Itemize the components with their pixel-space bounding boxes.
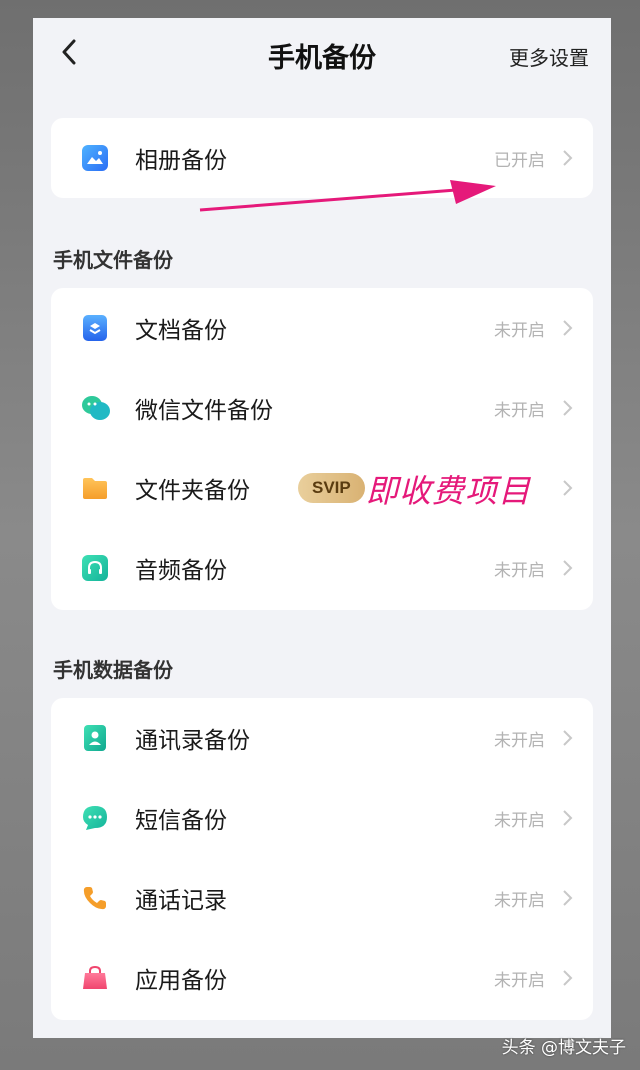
audio-backup-label: 音频备份 [135, 558, 227, 584]
folder-backup-label: 文件夹备份 [135, 478, 250, 504]
album-backup-status: 已开启 [494, 150, 545, 171]
sms-backup-status: 未开启 [494, 810, 545, 831]
wechat-backup-row[interactable]: 微信文件备份 未开启 [51, 368, 593, 448]
chevron-right-icon [563, 970, 573, 986]
sms-backup-label: 短信备份 [135, 808, 227, 834]
photo-album-icon [82, 145, 108, 171]
chevron-right-icon [563, 320, 573, 336]
album-backup-label: 相册备份 [135, 148, 227, 174]
document-backup-status: 未开启 [494, 320, 545, 341]
app-backup-label: 应用备份 [135, 968, 227, 994]
contact-icon [84, 725, 106, 751]
chevron-right-icon [563, 400, 573, 416]
audio-backup-row[interactable]: 音频备份 未开启 [51, 528, 593, 608]
chevron-right-icon [563, 480, 573, 496]
watermark-text: 头条 @博文夫子 [501, 1038, 626, 1058]
app-backup-row[interactable]: 应用备份 未开启 [51, 938, 593, 1018]
data-section-title: 手机数据备份 [53, 658, 173, 682]
wechat-backup-label: 微信文件备份 [135, 398, 273, 424]
sms-backup-row[interactable]: 短信备份 未开启 [51, 778, 593, 858]
sms-icon [83, 806, 107, 830]
chevron-right-icon [563, 560, 573, 576]
chevron-right-icon [563, 730, 573, 746]
folder-backup-row[interactable]: 文件夹备份 SVIP 即收费项目 [51, 448, 593, 528]
wechat-backup-status: 未开启 [494, 400, 545, 421]
document-icon [83, 315, 107, 341]
top-bar: 手机备份 更多设置 [33, 18, 611, 88]
call-log-row[interactable]: 通话记录 未开启 [51, 858, 593, 938]
svip-badge: SVIP [298, 473, 365, 503]
chevron-right-icon [563, 890, 573, 906]
folder-icon [83, 478, 107, 499]
chevron-right-icon [563, 150, 573, 166]
phone-icon [83, 887, 106, 910]
app-bag-icon [83, 965, 107, 989]
wechat-icon [82, 396, 110, 420]
call-log-status: 未开启 [494, 890, 545, 911]
chevron-right-icon [563, 810, 573, 826]
more-settings-button[interactable]: 更多设置 [509, 42, 589, 71]
audio-backup-status: 未开启 [494, 560, 545, 581]
contacts-backup-status: 未开启 [494, 730, 545, 751]
contacts-backup-label: 通讯录备份 [135, 728, 250, 754]
document-backup-row[interactable]: 文档备份 未开启 [51, 288, 593, 368]
document-backup-label: 文档备份 [135, 318, 227, 344]
app-backup-status: 未开启 [494, 970, 545, 991]
contacts-backup-row[interactable]: 通讯录备份 未开启 [51, 698, 593, 778]
headphone-icon [82, 555, 108, 581]
paid-feature-annotation: 即收费项目 [366, 472, 532, 510]
phone-screen: 手机备份 更多设置 相册备份 已开启 手机文件备份 文档备份 未开启 微信文件备… [33, 18, 611, 1038]
annotation-arrow [199, 180, 496, 212]
file-backup-card: 文档备份 未开启 微信文件备份 未开启 文件夹备份 SVIP 即收费项目 音频备… [51, 288, 593, 610]
data-backup-card: 通讯录备份 未开启 短信备份 未开启 通话记录 未开启 应用备份 未开启 [51, 698, 593, 1020]
call-log-label: 通话记录 [135, 888, 227, 914]
file-section-title: 手机文件备份 [53, 248, 173, 272]
